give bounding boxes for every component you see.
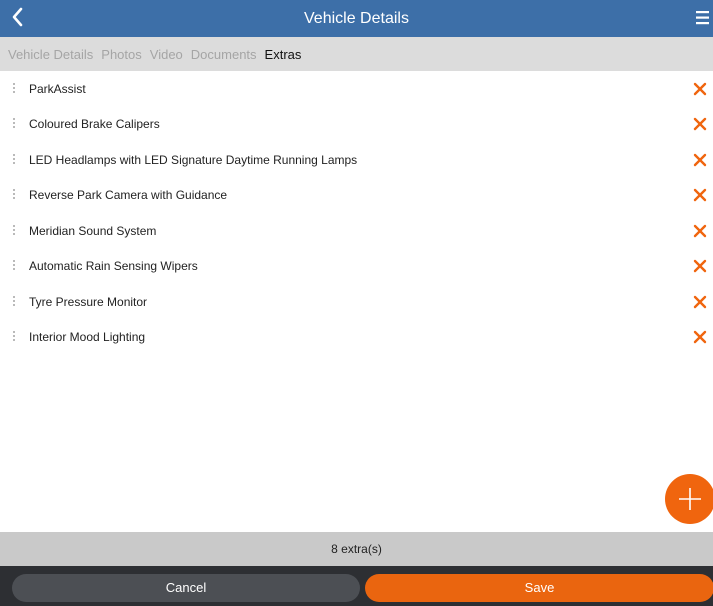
list-item: Reverse Park Camera with Guidance (0, 178, 713, 214)
list-item: ParkAssist (0, 71, 713, 107)
remove-extra-icon[interactable] (693, 153, 707, 167)
tab-extras[interactable]: Extras (265, 47, 302, 62)
extra-label: Automatic Rain Sensing Wipers (29, 259, 198, 274)
remove-extra-icon[interactable] (693, 295, 707, 309)
drag-handle-icon[interactable] (12, 259, 16, 271)
menu-button[interactable] (695, 8, 711, 28)
remove-extra-icon[interactable] (693, 188, 707, 202)
list-item: Meridian Sound System (0, 213, 713, 249)
remove-extra-icon[interactable] (693, 82, 707, 96)
list-item: Interior Mood Lighting (0, 320, 713, 356)
save-button[interactable]: Save (365, 574, 713, 602)
cancel-button[interactable]: Cancel (12, 574, 360, 602)
remove-extra-icon[interactable] (693, 259, 707, 273)
drag-handle-icon[interactable] (12, 188, 16, 200)
extra-label: LED Headlamps with LED Signature Daytime… (29, 152, 358, 167)
extra-label: Coloured Brake Calipers (29, 117, 160, 132)
tab-photos[interactable]: Photos (101, 47, 141, 62)
list-item: Automatic Rain Sensing Wipers (0, 249, 713, 285)
hamburger-menu-icon (696, 11, 709, 25)
extra-label: Tyre Pressure Monitor (29, 294, 148, 309)
tab-vehicle-details[interactable]: Vehicle Details (8, 47, 93, 62)
drag-handle-icon[interactable] (12, 117, 16, 129)
remove-extra-icon[interactable] (693, 330, 707, 344)
list-item: LED Headlamps with LED Signature Daytime… (0, 142, 713, 178)
page-title: Vehicle Details (304, 10, 409, 27)
drag-handle-icon[interactable] (12, 330, 16, 342)
drag-handle-icon[interactable] (12, 82, 16, 94)
plus-icon (679, 488, 701, 510)
remove-extra-icon[interactable] (693, 117, 707, 131)
action-bar: Cancel Save (0, 566, 713, 606)
list-item: Coloured Brake Calipers (0, 107, 713, 143)
list-item: Tyre Pressure Monitor (0, 284, 713, 320)
drag-handle-icon[interactable] (12, 224, 16, 236)
extras-count: 8 extra(s) (331, 542, 382, 556)
extras-count-bar: 8 extra(s) (0, 532, 713, 566)
extras-list: ParkAssist Coloured Brake Calipers LED H… (0, 71, 713, 355)
tab-documents[interactable]: Documents (191, 47, 257, 62)
extra-label: Reverse Park Camera with Guidance (29, 188, 228, 203)
tab-video[interactable]: Video (150, 47, 183, 62)
extra-label: Meridian Sound System (29, 223, 157, 238)
remove-extra-icon[interactable] (693, 224, 707, 238)
header-bar: Vehicle Details (0, 0, 713, 37)
extra-label: Interior Mood Lighting (29, 330, 146, 345)
drag-handle-icon[interactable] (12, 153, 16, 165)
extra-label: ParkAssist (29, 81, 86, 96)
add-extra-button[interactable] (665, 474, 713, 524)
tab-bar: Vehicle Details Photos Video Documents E… (0, 37, 713, 71)
vehicle-details-screen: Vehicle Details Vehicle Details Photos V… (0, 0, 713, 606)
drag-handle-icon[interactable] (12, 295, 16, 307)
